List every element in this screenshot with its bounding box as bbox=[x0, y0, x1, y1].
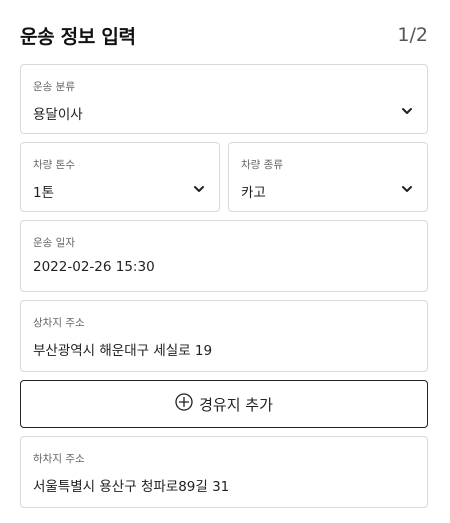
field-value: 부산광역시 해운대구 세실로 19 bbox=[33, 343, 213, 359]
chevron-down-icon bbox=[401, 183, 413, 195]
field-label: 운송 분류 bbox=[33, 81, 75, 93]
step-indicator: 1/2 bbox=[397, 24, 428, 46]
field-label: 하차지 주소 bbox=[33, 453, 85, 465]
unloading-address-field[interactable]: 하차지 주소 서울특별시 용산구 청파로89길 31 bbox=[20, 436, 428, 508]
page-title: 운송 정보 입력 bbox=[20, 25, 136, 48]
add-waypoint-label: 경유지 추가 bbox=[199, 395, 273, 414]
chevron-down-icon bbox=[401, 105, 413, 117]
transport-date-field[interactable]: 운송 일자 2022-02-26 15:30 bbox=[20, 220, 428, 292]
field-label: 차량 톤수 bbox=[33, 159, 75, 171]
transport-type-select[interactable]: 운송 분류 용달이사 bbox=[20, 64, 428, 134]
field-label: 운송 일자 bbox=[33, 237, 75, 249]
field-value: 카고 bbox=[241, 185, 266, 201]
vehicle-tonnage-select[interactable]: 차량 톤수 1톤 bbox=[20, 142, 220, 212]
field-value: 1톤 bbox=[33, 185, 55, 201]
add-waypoint-button[interactable]: 경유지 추가 bbox=[20, 380, 428, 428]
plus-circle-icon bbox=[175, 393, 193, 415]
header: 운송 정보 입력 1/2 bbox=[20, 20, 428, 50]
chevron-down-icon bbox=[193, 183, 205, 195]
loading-address-field[interactable]: 상차지 주소 부산광역시 해운대구 세실로 19 bbox=[20, 300, 428, 372]
field-label: 상차지 주소 bbox=[33, 317, 85, 329]
field-value: 용달이사 bbox=[33, 107, 83, 123]
vehicle-type-select[interactable]: 차량 종류 카고 bbox=[228, 142, 428, 212]
field-label: 차량 종류 bbox=[241, 159, 283, 171]
field-value: 2022-02-26 15:30 bbox=[33, 259, 155, 275]
field-value: 서울특별시 용산구 청파로89길 31 bbox=[33, 479, 230, 495]
